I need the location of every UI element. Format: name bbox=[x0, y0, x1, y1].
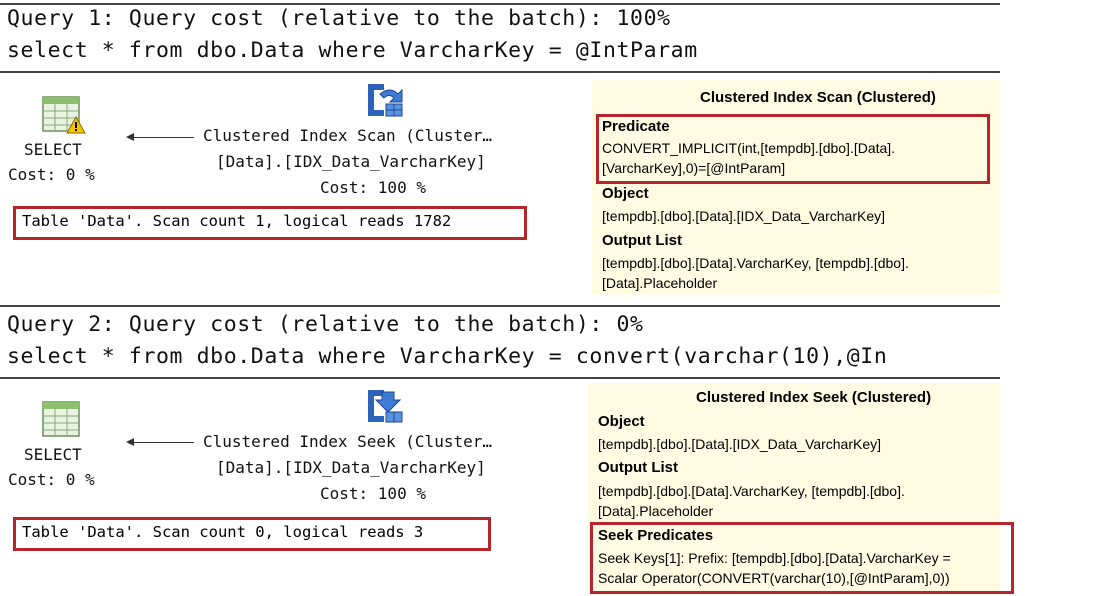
warning-icon bbox=[66, 116, 86, 134]
clustered-index-seek-icon[interactable] bbox=[364, 386, 408, 426]
separator-line bbox=[0, 305, 1000, 307]
output-list-line: [Data].Placeholder bbox=[598, 503, 714, 519]
operator-name: Clustered Index Seek (Cluster… bbox=[203, 432, 492, 451]
tooltip-title: Clustered Index Seek (Clustered) bbox=[696, 389, 932, 406]
object-line: [tempdb].[dbo].[Data].[IDX_Data_VarcharK… bbox=[598, 436, 882, 452]
io-statistics-box: Table 'Data'. Scan count 1, logical read… bbox=[13, 206, 527, 240]
select-cost: Cost: 0 % bbox=[8, 165, 95, 184]
flow-arrow bbox=[128, 137, 194, 138]
select-label: SELECT bbox=[24, 445, 82, 464]
select-cost: Cost: 0 % bbox=[8, 470, 95, 489]
object-heading: Object bbox=[598, 413, 645, 430]
query2-header: Query 2: Query cost (relative to the bat… bbox=[7, 312, 644, 337]
flow-arrowhead bbox=[126, 133, 134, 141]
output-list-line: [Data].Placeholder bbox=[602, 275, 718, 291]
tooltip-title: Clustered Index Scan (Clustered) bbox=[700, 89, 936, 106]
operator-object: [Data].[IDX_Data_VarcharKey] bbox=[216, 458, 486, 477]
query2-sql: select * from dbo.Data where VarcharKey … bbox=[7, 344, 888, 369]
object-heading: Object bbox=[602, 185, 649, 202]
operator-cost: Cost: 100 % bbox=[320, 484, 426, 503]
query1-sql: select * from dbo.Data where VarcharKey … bbox=[7, 38, 698, 63]
operator-object: [Data].[IDX_Data_VarcharKey] bbox=[216, 152, 486, 171]
output-list-heading: Output List bbox=[602, 232, 682, 249]
separator-line bbox=[0, 377, 1000, 379]
separator-line bbox=[0, 71, 1000, 73]
operator-cost: Cost: 100 % bbox=[320, 178, 426, 197]
predicate-highlight-box bbox=[596, 114, 990, 184]
flow-arrow bbox=[128, 442, 194, 443]
output-list-line: [tempdb].[dbo].[Data].VarcharKey, [tempd… bbox=[602, 255, 909, 271]
object-line: [tempdb].[dbo].[Data].[IDX_Data_VarcharK… bbox=[602, 208, 886, 224]
output-list-heading: Output List bbox=[598, 459, 678, 476]
seek-predicates-highlight-box bbox=[590, 522, 1014, 594]
select-label: SELECT bbox=[24, 140, 82, 159]
io-statistics-box: Table 'Data'. Scan count 0, logical read… bbox=[13, 517, 491, 551]
flow-arrowhead bbox=[126, 438, 134, 446]
operator-tooltip: Clustered Index Scan (Clustered) Predica… bbox=[592, 80, 1000, 295]
separator-line bbox=[0, 3, 1000, 5]
operator-name: Clustered Index Scan (Cluster… bbox=[203, 126, 492, 145]
clustered-index-scan-icon[interactable] bbox=[364, 80, 408, 120]
query1-header: Query 1: Query cost (relative to the bat… bbox=[7, 6, 671, 31]
output-list-line: [tempdb].[dbo].[Data].VarcharKey, [tempd… bbox=[598, 483, 905, 499]
table-grid-icon[interactable] bbox=[42, 401, 82, 439]
